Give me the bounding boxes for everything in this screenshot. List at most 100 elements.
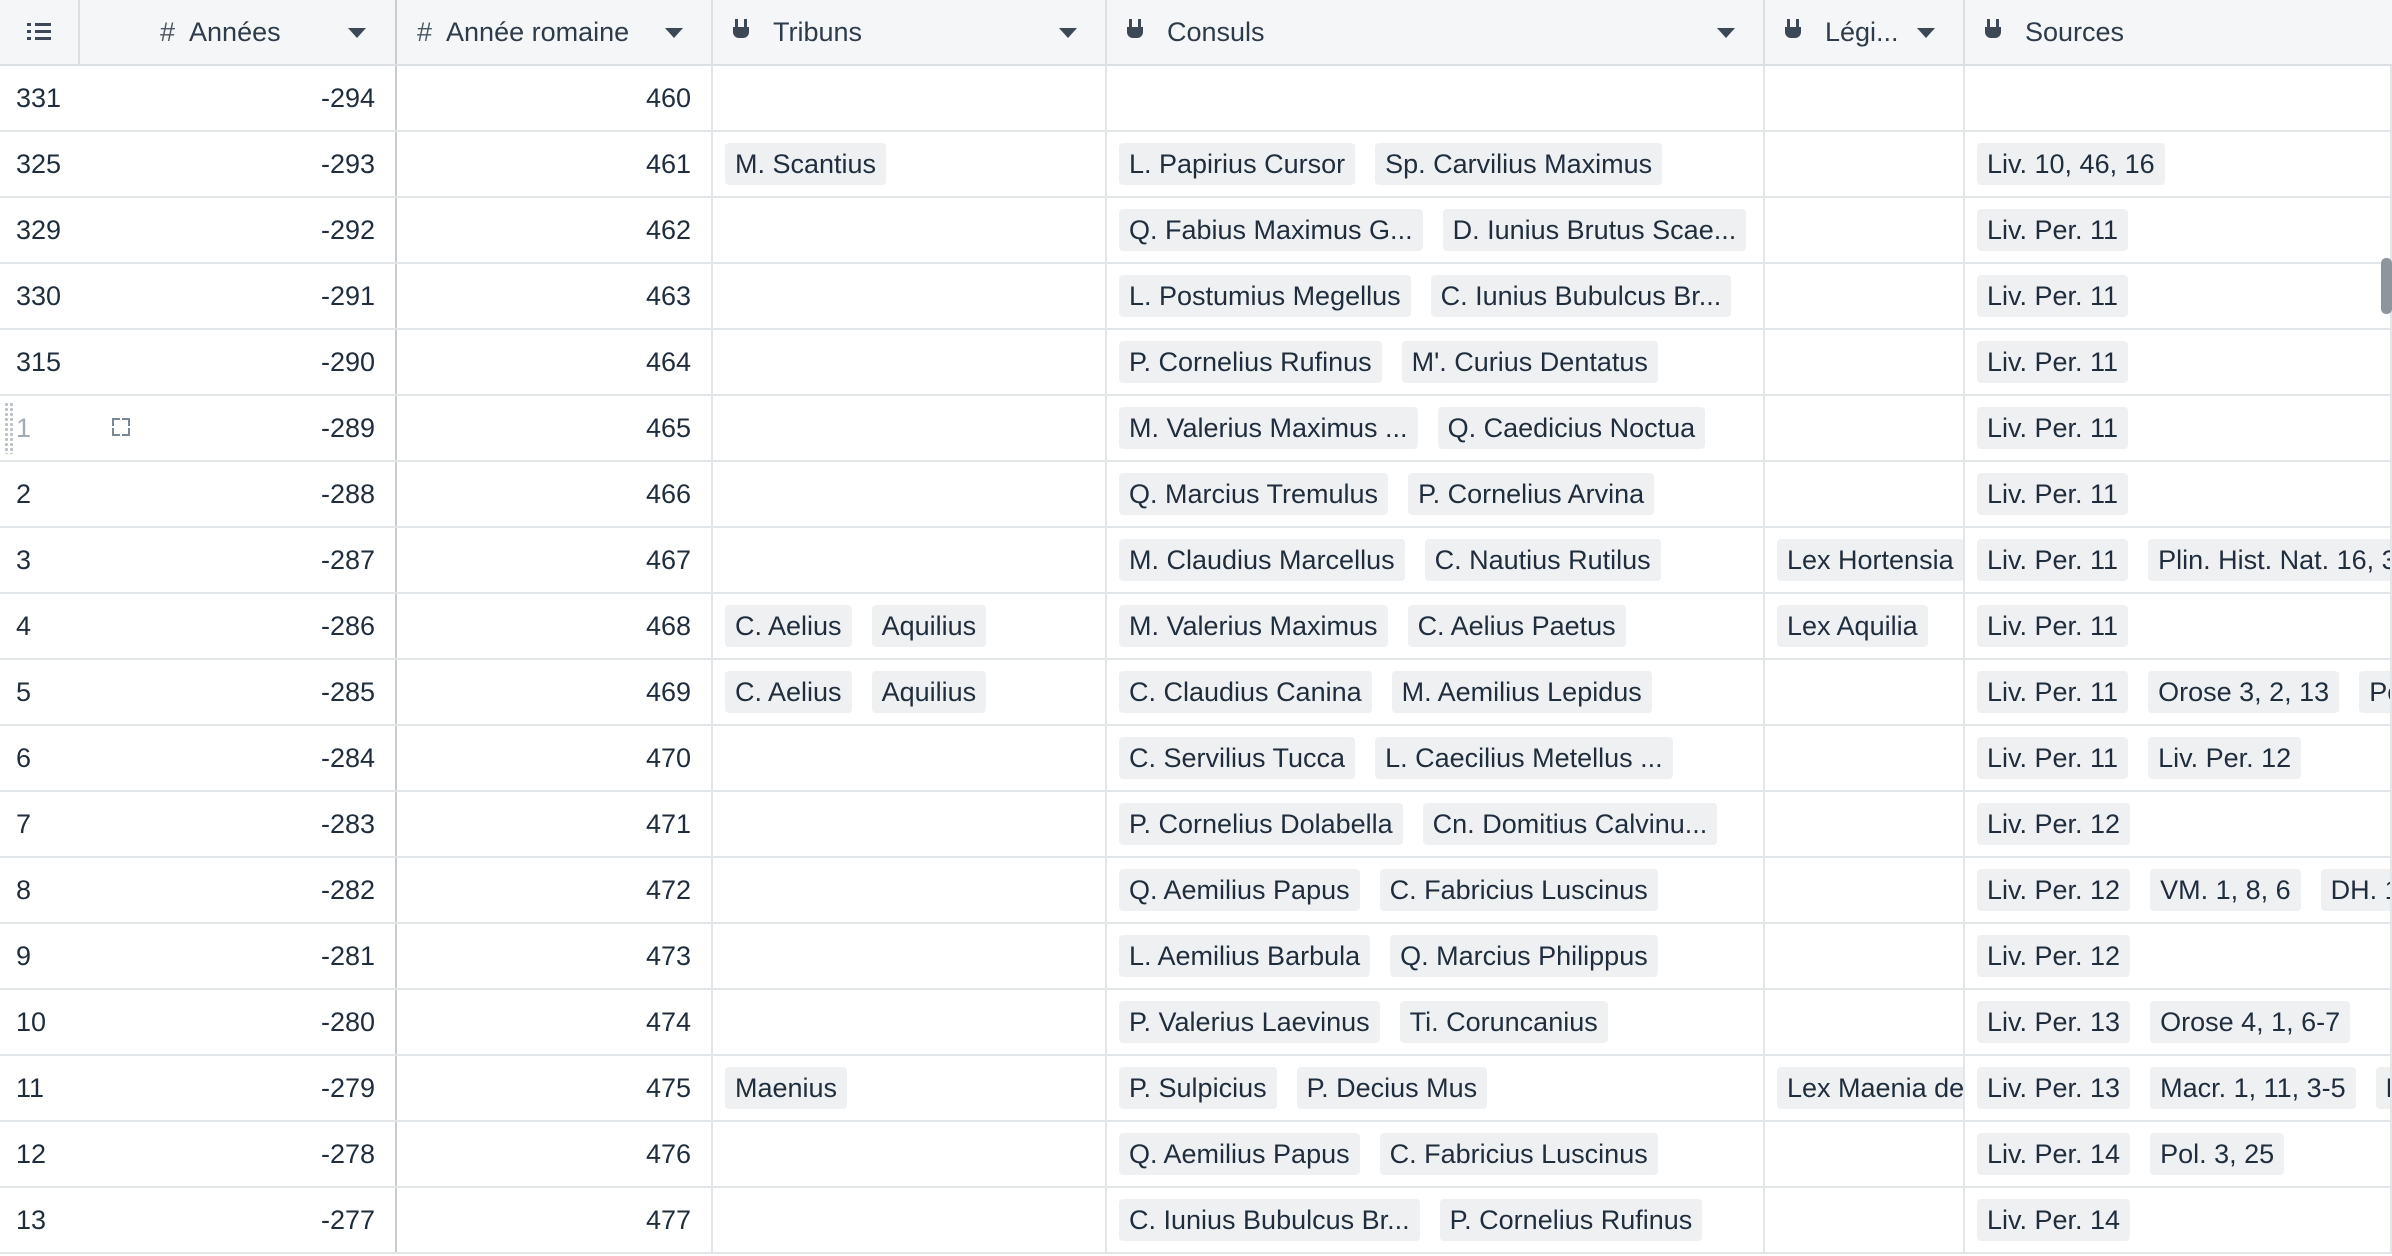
cell-annee-romaine[interactable]: 464 xyxy=(397,330,713,394)
table-row[interactable]: 325 -293 461 M. Scantius L. Papirius Cursor S… xyxy=(0,132,2392,198)
cell-sources[interactable]: Liv. Per. 11 Orose 3, 2, 13 Po xyxy=(1965,660,2392,724)
linked-record-tag[interactable]: Sp. Carvilius Maximus xyxy=(1375,143,1663,185)
cell-sources[interactable]: Liv. Per. 11 xyxy=(1965,462,2392,526)
linked-record-tag[interactable]: C. Aelius xyxy=(725,605,852,647)
column-header-consuls[interactable]: Consuls xyxy=(1107,0,1765,64)
table-row[interactable]: 4 -286 468 C. Aelius Aquilius M. Valerius Max… xyxy=(0,594,2392,660)
cell-tribuns[interactable] xyxy=(713,198,1107,262)
cell-legislation[interactable] xyxy=(1765,660,1965,724)
linked-record-tag[interactable]: P xyxy=(2375,1067,2390,1109)
caret-down-icon[interactable] xyxy=(1717,28,1735,38)
cell-tribuns[interactable] xyxy=(713,990,1107,1054)
linked-record-tag[interactable]: M. Claudius Marcellus xyxy=(1119,539,1405,581)
linked-record-tag[interactable]: Liv. Per. 12 xyxy=(1977,869,2131,911)
cell-consuls[interactable]: L. Postumius Megellus C. Iunius Bubulcus … xyxy=(1107,264,1765,328)
cell-legislation[interactable] xyxy=(1765,396,1965,460)
cell-annee-romaine[interactable]: 469 xyxy=(397,660,713,724)
linked-record-tag[interactable]: Liv. Per. 14 xyxy=(1977,1199,2131,1241)
expand-icon[interactable] xyxy=(112,418,130,436)
linked-record-tag[interactable]: Liv. Per. 11 xyxy=(1977,407,2129,449)
table-row[interactable]: 10 -280 474 P. Valerius Laevinus Ti. Corunca… xyxy=(0,990,2392,1056)
cell-tribuns[interactable]: Maenius xyxy=(713,1056,1107,1120)
vertical-scrollbar[interactable] xyxy=(2381,258,2392,314)
linked-record-tag[interactable]: Cn. Domitius Calvinu... xyxy=(1422,803,1718,845)
cell-tribuns[interactable] xyxy=(713,726,1107,790)
linked-record-tag[interactable]: P. Cornelius Arvina xyxy=(1408,473,1655,515)
linked-record-tag[interactable]: Liv. Per. 11 xyxy=(1977,275,2129,317)
column-header-annees[interactable]: # Années xyxy=(80,0,397,64)
cell-sources[interactable]: Liv. Per. 11 xyxy=(1965,396,2392,460)
linked-record-tag[interactable]: Orose 4, 1, 6-7 xyxy=(2150,1001,2351,1043)
cell-legislation[interactable] xyxy=(1765,66,1965,130)
row-header-cell[interactable] xyxy=(0,0,80,64)
linked-record-tag[interactable]: Po xyxy=(2359,671,2390,713)
cell-tribuns[interactable] xyxy=(713,792,1107,856)
cell-consuls[interactable]: M. Valerius Maximus C. Aelius Paetus xyxy=(1107,594,1765,658)
cell-sources[interactable]: Liv. Per. 11 xyxy=(1965,330,2392,394)
cell-consuls[interactable]: Q. Marcius Tremulus P. Cornelius Arvina xyxy=(1107,462,1765,526)
cell-tribuns[interactable] xyxy=(713,924,1107,988)
cell-consuls[interactable]: L. Aemilius Barbula Q. Marcius Philippus xyxy=(1107,924,1765,988)
cell-tribuns[interactable]: C. Aelius Aquilius xyxy=(713,660,1107,724)
linked-record-tag[interactable]: C. Servilius Tucca xyxy=(1119,737,1356,779)
cell-sources[interactable]: Liv. Per. 14 xyxy=(1965,1188,2392,1252)
cell-annee-romaine[interactable]: 476 xyxy=(397,1122,713,1186)
cell-consuls[interactable]: C. Servilius Tucca L. Caecilius Metellus … xyxy=(1107,726,1765,790)
linked-record-tag[interactable]: Liv. Per. 11 xyxy=(1977,737,2129,779)
cell-consuls[interactable]: C. Claudius Canina M. Aemilius Lepidus xyxy=(1107,660,1765,724)
linked-record-tag[interactable]: L. Postumius Megellus xyxy=(1119,275,1411,317)
cell-sources[interactable]: Liv. Per. 12 xyxy=(1965,924,2392,988)
linked-record-tag[interactable]: Lex Hortensia xyxy=(1777,539,1963,581)
linked-record-tag[interactable]: DH. 19 xyxy=(2320,869,2390,911)
cell-consuls[interactable]: M. Claudius Marcellus C. Nautius Rutilus xyxy=(1107,528,1765,592)
caret-down-icon[interactable] xyxy=(1917,28,1935,38)
linked-record-tag[interactable]: Q. Marcius Philippus xyxy=(1390,935,1658,977)
linked-record-tag[interactable]: P. Cornelius Dolabella xyxy=(1119,803,1403,845)
linked-record-tag[interactable]: Liv. Per. 14 xyxy=(1977,1133,2131,1175)
cell-sources[interactable]: Liv. 10, 46, 16 xyxy=(1965,132,2392,196)
cell-tribuns[interactable] xyxy=(713,528,1107,592)
table-row[interactable]: 13 -277 477 C. Iunius Bubulcus Br... P. Corn… xyxy=(0,1188,2392,1254)
linked-record-tag[interactable]: P. Decius Mus xyxy=(1296,1067,1488,1109)
linked-record-tag[interactable]: Q. Caedicius Noctua xyxy=(1437,407,1706,449)
linked-record-tag[interactable]: M. Scantius xyxy=(725,143,887,185)
cell-annee-romaine[interactable]: 467 xyxy=(397,528,713,592)
cell-annee-romaine[interactable]: 470 xyxy=(397,726,713,790)
cell-sources[interactable]: Liv. Per. 11 xyxy=(1965,198,2392,262)
linked-record-tag[interactable]: Liv. Per. 12 xyxy=(1977,935,2131,977)
table-row[interactable]: 3 -287 467 M. Claudius Marcellus C. Nautius … xyxy=(0,528,2392,594)
linked-record-tag[interactable]: Liv. Per. 11 xyxy=(1977,671,2129,713)
linked-record-tag[interactable]: D. Iunius Brutus Scae... xyxy=(1442,209,1747,251)
cell-legislation[interactable] xyxy=(1765,792,1965,856)
cell-sources[interactable]: Liv. Per. 11 Plin. Hist. Nat. 16, 3 xyxy=(1965,528,2392,592)
column-header-annee-romaine[interactable]: # Année romaine xyxy=(397,0,713,64)
cell-annee-romaine[interactable]: 461 xyxy=(397,132,713,196)
linked-record-tag[interactable]: C. Fabricius Luscinus xyxy=(1379,869,1658,911)
cell-tribuns[interactable] xyxy=(713,330,1107,394)
table-row[interactable]: 2 -288 466 Q. Marcius Tremulus P. Cornelius … xyxy=(0,462,2392,528)
linked-record-tag[interactable]: M'. Curius Dentatus xyxy=(1401,341,1658,383)
cell-annee-romaine[interactable]: 460 xyxy=(397,66,713,130)
table-row[interactable]: 330 -291 463 L. Postumius Megellus C. Iunius… xyxy=(0,264,2392,330)
linked-record-tag[interactable]: Aquilius xyxy=(871,605,987,647)
linked-record-tag[interactable]: C. Iunius Bubulcus Br... xyxy=(1119,1199,1420,1241)
cell-legislation[interactable] xyxy=(1765,132,1965,196)
cell-annee-romaine[interactable]: 466 xyxy=(397,462,713,526)
linked-record-tag[interactable]: C. Iunius Bubulcus Br... xyxy=(1430,275,1732,317)
linked-record-tag[interactable]: L. Aemilius Barbula xyxy=(1119,935,1371,977)
cell-tribuns[interactable] xyxy=(713,462,1107,526)
cell-consuls[interactable]: P. Cornelius Dolabella Cn. Domitius Calvi… xyxy=(1107,792,1765,856)
cell-consuls[interactable]: C. Iunius Bubulcus Br... P. Cornelius Ruf… xyxy=(1107,1188,1765,1252)
cell-annee-romaine[interactable]: 477 xyxy=(397,1188,713,1252)
cell-sources[interactable]: Liv. Per. 12 xyxy=(1965,792,2392,856)
linked-record-tag[interactable]: Q. Aemilius Papus xyxy=(1119,869,1360,911)
table-row[interactable]: 315 -290 464 P. Cornelius Rufinus M'. Curius… xyxy=(0,330,2392,396)
column-header-sources[interactable]: Sources xyxy=(1965,0,2392,64)
caret-down-icon[interactable] xyxy=(348,28,366,38)
cell-sources[interactable]: Liv. Per. 11 xyxy=(1965,264,2392,328)
linked-record-tag[interactable]: Orose 3, 2, 13 xyxy=(2148,671,2340,713)
linked-record-tag[interactable]: Liv. Per. 12 xyxy=(1977,803,2131,845)
linked-record-tag[interactable]: P. Cornelius Rufinus xyxy=(1119,341,1382,383)
linked-record-tag[interactable]: C. Claudius Canina xyxy=(1119,671,1372,713)
cell-annee-romaine[interactable]: 463 xyxy=(397,264,713,328)
